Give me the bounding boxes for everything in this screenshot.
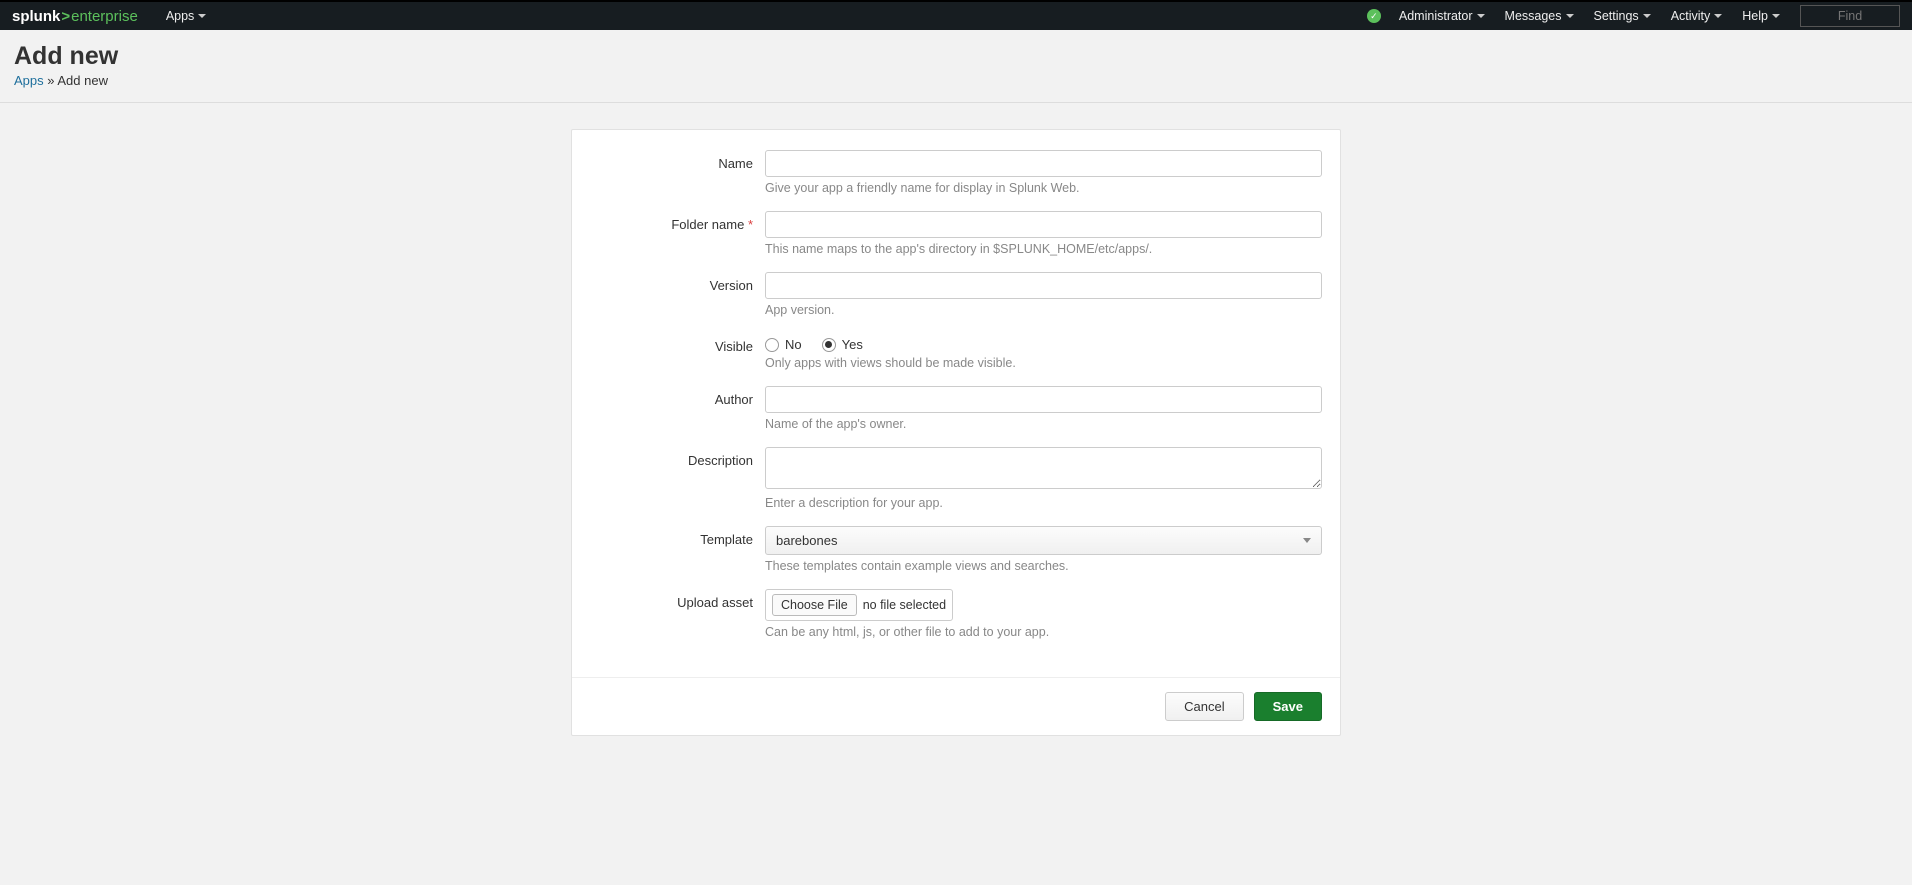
form-panel: Name Give your app a friendly name for d… bbox=[571, 129, 1341, 736]
visible-yes-label: Yes bbox=[842, 337, 863, 352]
caret-down-icon bbox=[1477, 14, 1485, 18]
author-label: Author bbox=[590, 386, 765, 407]
logo[interactable]: splunk>enterprise bbox=[12, 8, 138, 25]
visible-no-label: No bbox=[785, 337, 802, 352]
page-header: Add new Apps » Add new bbox=[0, 30, 1912, 103]
topbar: splunk>enterprise Apps Administrator Mes… bbox=[0, 0, 1912, 30]
version-help: App version. bbox=[765, 303, 1322, 317]
activity-label: Activity bbox=[1671, 9, 1711, 23]
form-footer: Cancel Save bbox=[572, 677, 1340, 735]
caret-down-icon bbox=[1772, 14, 1780, 18]
help-label: Help bbox=[1742, 9, 1768, 23]
logo-enterprise: enterprise bbox=[71, 8, 138, 25]
radio-checked-icon bbox=[822, 338, 836, 352]
messages-menu[interactable]: Messages bbox=[1495, 1, 1584, 31]
administrator-label: Administrator bbox=[1399, 9, 1473, 23]
administrator-menu[interactable]: Administrator bbox=[1389, 1, 1495, 31]
upload-label: Upload asset bbox=[590, 589, 765, 610]
help-menu[interactable]: Help bbox=[1732, 1, 1790, 31]
caret-down-icon bbox=[1643, 14, 1651, 18]
visible-help: Only apps with views should be made visi… bbox=[765, 356, 1322, 370]
logo-splunk: splunk bbox=[12, 8, 60, 25]
apps-menu[interactable]: Apps bbox=[156, 1, 217, 31]
settings-menu[interactable]: Settings bbox=[1584, 1, 1661, 31]
upload-help: Can be any html, js, or other file to ad… bbox=[765, 625, 1322, 639]
caret-down-icon bbox=[1566, 14, 1574, 18]
cancel-button[interactable]: Cancel bbox=[1165, 692, 1243, 721]
author-input[interactable] bbox=[765, 386, 1322, 413]
name-help: Give your app a friendly name for displa… bbox=[765, 181, 1322, 195]
caret-down-icon bbox=[198, 14, 206, 18]
breadcrumb-sep: » bbox=[44, 73, 58, 88]
logo-chevron-icon: > bbox=[61, 8, 70, 25]
save-button[interactable]: Save bbox=[1254, 692, 1322, 721]
template-help: These templates contain example views an… bbox=[765, 559, 1322, 573]
author-help: Name of the app's owner. bbox=[765, 417, 1322, 431]
page-title: Add new bbox=[14, 42, 1898, 71]
breadcrumb-current: Add new bbox=[57, 73, 108, 88]
settings-label: Settings bbox=[1594, 9, 1639, 23]
breadcrumb-apps-link[interactable]: Apps bbox=[14, 73, 44, 88]
template-selected: barebones bbox=[776, 533, 837, 548]
status-ok-icon[interactable] bbox=[1367, 9, 1381, 23]
activity-menu[interactable]: Activity bbox=[1661, 1, 1733, 31]
description-label: Description bbox=[590, 447, 765, 468]
file-status: no file selected bbox=[863, 598, 946, 612]
folder-label: Folder name bbox=[671, 217, 744, 232]
caret-down-icon bbox=[1303, 538, 1311, 543]
find-input[interactable] bbox=[1800, 5, 1900, 27]
template-label: Template bbox=[590, 526, 765, 547]
breadcrumb: Apps » Add new bbox=[14, 73, 1898, 88]
messages-label: Messages bbox=[1505, 9, 1562, 23]
radio-icon bbox=[765, 338, 779, 352]
version-label: Version bbox=[590, 272, 765, 293]
name-label: Name bbox=[590, 150, 765, 171]
template-select[interactable]: barebones bbox=[765, 526, 1322, 555]
choose-file-button[interactable]: Choose File bbox=[772, 594, 857, 616]
folder-help: This name maps to the app's directory in… bbox=[765, 242, 1322, 256]
visible-no-radio[interactable]: No bbox=[765, 337, 802, 352]
description-input[interactable] bbox=[765, 447, 1322, 489]
name-input[interactable] bbox=[765, 150, 1322, 177]
upload-file-field[interactable]: Choose File no file selected bbox=[765, 589, 953, 621]
visible-yes-radio[interactable]: Yes bbox=[822, 337, 863, 352]
caret-down-icon bbox=[1714, 14, 1722, 18]
required-marker: * bbox=[748, 217, 753, 232]
folder-input[interactable] bbox=[765, 211, 1322, 238]
apps-menu-label: Apps bbox=[166, 9, 195, 23]
description-help: Enter a description for your app. bbox=[765, 496, 1322, 510]
version-input[interactable] bbox=[765, 272, 1322, 299]
visible-label: Visible bbox=[590, 333, 765, 354]
